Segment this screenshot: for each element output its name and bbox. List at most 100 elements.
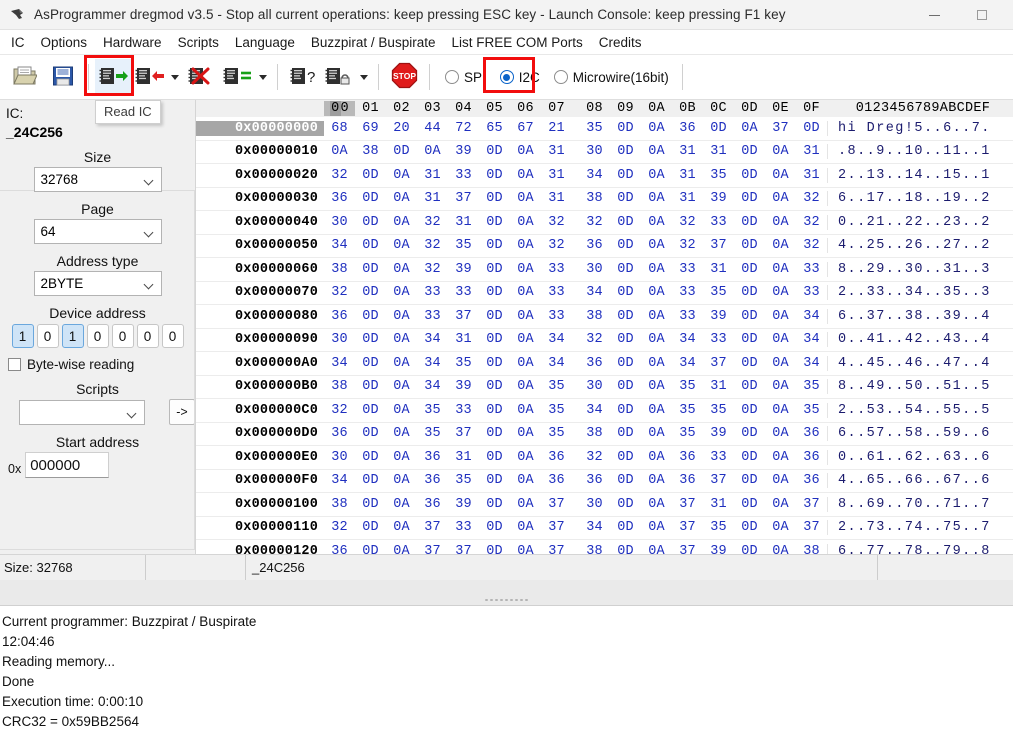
open-file-button[interactable] [6, 59, 44, 95]
hex-byte[interactable]: 38 [579, 426, 610, 441]
minimize-button[interactable] [911, 0, 957, 30]
hex-byte[interactable]: 0D [610, 144, 641, 159]
hex-byte[interactable]: 0A [641, 426, 672, 441]
hex-byte[interactable]: 32 [417, 262, 448, 277]
hex-byte[interactable]: 0A [641, 473, 672, 488]
hex-byte[interactable]: 30 [579, 262, 610, 277]
hex-byte[interactable]: 0A [386, 356, 417, 371]
hex-byte[interactable]: 0D [734, 262, 765, 277]
hex-row[interactable]: 0x00000070 32 0D 0A 33 33 0D 0A 33 34 0D 0A 33 35 0D 0A… [196, 282, 1013, 305]
hex-byte[interactable]: 0D [479, 168, 510, 183]
hex-byte[interactable]: 0D [610, 426, 641, 441]
hex-row[interactable]: 0x000000F0 34 0D 0A 36 35 0D 0A 36 36 0D 0A 36 37 0D 0A… [196, 470, 1013, 493]
hex-byte[interactable]: 0D [355, 426, 386, 441]
hex-byte[interactable]: 0A [510, 238, 541, 253]
hex-byte[interactable]: 0A [510, 426, 541, 441]
hex-byte[interactable]: 0D [479, 426, 510, 441]
hex-row-ascii[interactable]: 2..33..34..35..3 [827, 285, 1013, 301]
hex-byte[interactable]: 37 [672, 497, 703, 512]
hex-byte[interactable]: 67 [510, 121, 541, 136]
hex-byte[interactable]: 31 [672, 191, 703, 206]
hex-byte[interactable]: 34 [579, 285, 610, 300]
hex-byte[interactable]: 37 [541, 520, 572, 535]
hex-byte[interactable]: 0D [355, 285, 386, 300]
hex-byte[interactable]: 32 [417, 215, 448, 230]
hex-byte[interactable]: 0A [641, 450, 672, 465]
hex-byte[interactable]: 0D [610, 215, 641, 230]
hex-byte[interactable]: 32 [579, 332, 610, 347]
hex-byte[interactable]: 36 [579, 473, 610, 488]
hex-byte[interactable]: 37 [448, 309, 479, 324]
hex-byte[interactable]: 0D [734, 144, 765, 159]
hex-byte[interactable]: 34 [579, 168, 610, 183]
hex-byte[interactable]: 0D [479, 403, 510, 418]
hex-row[interactable]: 0x000000C0 32 0D 0A 35 33 0D 0A 35 34 0D 0A 35 35 0D 0A… [196, 399, 1013, 423]
hex-byte[interactable]: 37 [541, 544, 572, 554]
menu-item-scripts[interactable]: Scripts [170, 32, 227, 53]
menu-item-language[interactable]: Language [227, 32, 303, 53]
hex-byte[interactable]: 36 [672, 450, 703, 465]
hex-byte[interactable]: 39 [703, 309, 734, 324]
hex-byte[interactable]: 0A [510, 473, 541, 488]
hex-byte[interactable]: 0D [610, 309, 641, 324]
hex-byte[interactable]: 35 [541, 403, 572, 418]
hex-byte[interactable]: 37 [417, 520, 448, 535]
device-address-bit-5[interactable]: 0 [136, 324, 159, 348]
hex-byte[interactable]: 0D [610, 356, 641, 371]
hex-byte[interactable]: 34 [541, 332, 572, 347]
bytewise-reading-row[interactable]: Byte-wise reading [8, 357, 195, 372]
hex-byte[interactable]: 39 [448, 497, 479, 512]
hex-byte[interactable]: 0D [610, 497, 641, 512]
hex-byte[interactable]: 35 [448, 356, 479, 371]
hex-byte[interactable]: 0A [765, 403, 796, 418]
hex-byte[interactable]: 0A [765, 520, 796, 535]
hex-byte[interactable]: 0D [479, 450, 510, 465]
hex-byte[interactable]: 0D [355, 520, 386, 535]
hex-byte[interactable]: 0D [479, 191, 510, 206]
hex-byte[interactable]: 38 [324, 379, 355, 394]
hex-byte[interactable]: 35 [672, 403, 703, 418]
hex-byte[interactable]: 31 [703, 144, 734, 159]
hex-byte[interactable]: 0D [479, 262, 510, 277]
hex-byte[interactable]: 0A [510, 497, 541, 512]
hex-byte[interactable]: 30 [579, 497, 610, 512]
menu-item-credits[interactable]: Credits [591, 32, 650, 53]
hex-row-ascii[interactable]: 8..69..70..71..7 [827, 496, 1013, 512]
hex-byte[interactable]: 20 [386, 121, 417, 136]
hex-byte[interactable]: 0A [386, 520, 417, 535]
hex-byte[interactable]: 34 [796, 309, 827, 324]
hex-byte[interactable]: 36 [417, 450, 448, 465]
read-ic-button[interactable] [95, 59, 133, 95]
hex-byte[interactable]: 0A [765, 379, 796, 394]
hex-row-ascii[interactable]: 6..77..78..79..8 [827, 543, 1013, 554]
protocol-radio-microwire[interactable]: Microwire(16bit) [547, 70, 676, 85]
hex-byte[interactable]: 0D [610, 285, 641, 300]
hex-byte[interactable]: 32 [541, 215, 572, 230]
hex-byte[interactable]: 0D [734, 544, 765, 554]
hex-byte[interactable]: 31 [703, 262, 734, 277]
hex-byte[interactable]: 31 [672, 144, 703, 159]
hex-byte[interactable]: 35 [541, 379, 572, 394]
hex-byte[interactable]: 33 [541, 262, 572, 277]
hex-byte[interactable]: 32 [672, 215, 703, 230]
hex-byte[interactable]: 36 [324, 191, 355, 206]
hex-byte[interactable]: 31 [448, 215, 479, 230]
hex-byte[interactable]: 0D [386, 144, 417, 159]
maximize-button[interactable] [959, 0, 1005, 30]
scripts-run-button[interactable]: -> [169, 399, 195, 425]
hex-byte[interactable]: 36 [324, 426, 355, 441]
log-panel[interactable]: Current programmer: Buzzpirat / Buspirat… [0, 606, 1013, 741]
hex-byte[interactable]: 37 [796, 520, 827, 535]
hex-byte[interactable]: 0D [479, 238, 510, 253]
hex-byte[interactable]: 0A [641, 544, 672, 554]
hex-byte[interactable]: 0A [765, 426, 796, 441]
hex-byte[interactable]: 32 [579, 450, 610, 465]
hex-byte[interactable]: 0A [765, 332, 796, 347]
hex-byte[interactable]: 32 [796, 238, 827, 253]
hex-byte[interactable]: 33 [796, 262, 827, 277]
protocol-radio-spi[interactable]: SPI [438, 70, 493, 85]
hex-byte[interactable]: 0D [355, 309, 386, 324]
hex-byte[interactable]: 36 [324, 309, 355, 324]
hex-byte[interactable]: 0A [386, 285, 417, 300]
hex-row[interactable]: 0x00000060 38 0D 0A 32 39 0D 0A 33 30 0D 0A 33 31 0D 0A… [196, 258, 1013, 282]
